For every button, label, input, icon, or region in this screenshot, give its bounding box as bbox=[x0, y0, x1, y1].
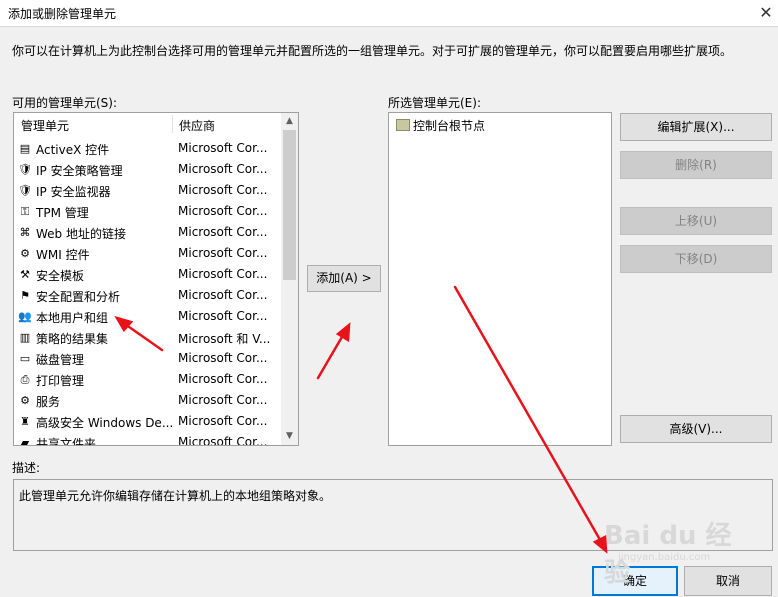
baidu-watermark-url: jingyan.baidu.com bbox=[618, 552, 711, 563]
list-item[interactable]: ▥ 策略的结果集 Microsoft 和 V... bbox=[14, 328, 282, 349]
snapin-vendor: Microsoft Cor... bbox=[178, 435, 268, 446]
column-header-vendor[interactable]: 供应商 bbox=[179, 117, 215, 134]
snapin-vendor: Microsoft Cor... bbox=[178, 141, 268, 155]
list-item[interactable]: ⚑ 安全配置和分析 Microsoft Cor... bbox=[14, 286, 282, 307]
policy-result-icon: ▥ bbox=[19, 331, 31, 344]
available-snapins-list[interactable]: 管理单元 供应商 ▤ ActiveX 控件 Microsoft Cor... 🛡 IP … bbox=[13, 112, 299, 446]
snapin-name: 服务 bbox=[36, 395, 61, 409]
remove-button[interactable]: 删除(R) bbox=[620, 151, 772, 179]
disk-icon: ▭ bbox=[19, 352, 31, 365]
intro-text: 你可以在计算机上为此控制台选择可用的管理单元并配置所选的一组管理单元。对于可扩展… bbox=[12, 44, 733, 58]
list-header: 管理单元 供应商 bbox=[14, 113, 284, 135]
snapin-vendor: Microsoft Cor... bbox=[178, 288, 268, 302]
snapin-vendor: Microsoft Cor... bbox=[178, 372, 268, 386]
list-item[interactable]: 👥 本地用户和组 Microsoft Cor... bbox=[14, 307, 282, 328]
firewall-icon: ♜ bbox=[20, 415, 30, 428]
move-up-button[interactable]: 上移(U) bbox=[620, 207, 772, 235]
window-title: 添加或删除管理单元 bbox=[8, 7, 117, 21]
list-item[interactable]: ⌘ Web 地址的链接 Microsoft Cor... bbox=[14, 223, 282, 244]
list-item[interactable]: ⚒ 安全模板 Microsoft Cor... bbox=[14, 265, 282, 286]
available-label: 可用的管理单元(S): bbox=[12, 96, 118, 110]
snapin-name: Web 地址的链接 bbox=[36, 227, 126, 241]
arrowhead-add bbox=[335, 322, 351, 343]
description-label: 描述: bbox=[12, 461, 41, 475]
activex-icon: ▤ bbox=[19, 142, 31, 155]
snapin-name: 策略的结果集 bbox=[36, 332, 109, 346]
snapin-name: IP 安全监视器 bbox=[36, 185, 111, 199]
snapin-name: WMI 控件 bbox=[36, 248, 90, 262]
snapin-name: TPM 管理 bbox=[36, 206, 89, 220]
console-root-node[interactable]: 控制台根节点 bbox=[413, 117, 485, 134]
scroll-thumb[interactable] bbox=[283, 130, 296, 280]
list-item[interactable]: ▤ ActiveX 控件 Microsoft Cor... bbox=[14, 139, 282, 160]
snapin-vendor: Microsoft 和 V... bbox=[178, 332, 271, 346]
list-item[interactable]: 🛡 IP 安全策略管理 Microsoft Cor... bbox=[14, 160, 282, 181]
snapin-name: ActiveX 控件 bbox=[36, 143, 110, 157]
snapin-vendor: Microsoft Cor... bbox=[178, 225, 268, 239]
title-divider bbox=[0, 26, 778, 27]
close-icon[interactable]: ✕ bbox=[756, 3, 776, 23]
snapin-vendor: Microsoft Cor... bbox=[178, 183, 268, 197]
advanced-button[interactable]: 高级(V)... bbox=[620, 415, 772, 443]
ip-monitor-icon: 🛡 bbox=[18, 184, 32, 197]
column-header-snapin[interactable]: 管理单元 bbox=[21, 117, 69, 134]
scroll-up-icon[interactable]: ▲ bbox=[281, 113, 298, 130]
snapin-vendor: Microsoft Cor... bbox=[178, 204, 268, 218]
printer-icon: ⎙ bbox=[20, 373, 30, 386]
shared-folder-icon: ▰ bbox=[20, 436, 30, 446]
snapin-vendor: Microsoft Cor... bbox=[178, 162, 268, 176]
wmi-icon: ⚙ bbox=[20, 247, 30, 260]
scroll-down-icon[interactable]: ▼ bbox=[281, 428, 298, 445]
folder-icon bbox=[396, 119, 410, 131]
selected-label: 所选管理单元(E): bbox=[388, 96, 481, 110]
snapin-vendor: Microsoft Cor... bbox=[178, 351, 268, 365]
snapin-vendor: Microsoft Cor... bbox=[178, 309, 268, 323]
snapin-name: 本地用户和组 bbox=[36, 311, 109, 325]
security-template-icon: ⚒ bbox=[20, 268, 30, 281]
list-item[interactable]: ⚙ 服务 Microsoft Cor... bbox=[14, 391, 282, 412]
title-bar bbox=[0, 0, 778, 26]
snapin-name: 安全模板 bbox=[36, 269, 85, 283]
edit-extensions-button[interactable]: 编辑扩展(X)... bbox=[620, 113, 772, 141]
vertical-scrollbar[interactable]: ▲ ▼ bbox=[281, 113, 298, 445]
services-icon: ⚙ bbox=[20, 394, 30, 407]
security-config-icon: ⚑ bbox=[20, 289, 30, 302]
column-separator bbox=[172, 115, 173, 133]
move-down-button[interactable]: 下移(D) bbox=[620, 245, 772, 273]
snapin-name: 磁盘管理 bbox=[36, 353, 85, 367]
snapin-name: IP 安全策略管理 bbox=[36, 164, 123, 178]
snapin-vendor: Microsoft Cor... bbox=[178, 267, 268, 281]
ip-policy-icon: 🛡 bbox=[18, 163, 32, 176]
web-link-icon: ⌘ bbox=[19, 226, 31, 239]
snapin-vendor: Microsoft Cor... bbox=[178, 393, 268, 407]
list-item[interactable]: ▭ 磁盘管理 Microsoft Cor... bbox=[14, 349, 282, 370]
list-item[interactable]: ♜ 高级安全 Windows De... Microsoft Cor... bbox=[14, 412, 282, 433]
list-item[interactable]: ⚙ WMI 控件 Microsoft Cor... bbox=[14, 244, 282, 265]
snapin-vendor: Microsoft Cor... bbox=[178, 246, 268, 260]
snapin-name: 共享文件夹 bbox=[36, 437, 97, 446]
snapin-name: 安全配置和分析 bbox=[36, 290, 121, 304]
cancel-button[interactable]: 取消 bbox=[684, 566, 772, 596]
snapin-name: 高级安全 Windows De... bbox=[36, 416, 172, 430]
description-text: 此管理单元允许你编辑存储在计算机上的本地组策略对象。 bbox=[19, 489, 332, 503]
list-item[interactable]: ▰ 共享文件夹 Microsoft Cor... bbox=[14, 433, 282, 446]
list-item[interactable]: 🛡 IP 安全监视器 Microsoft Cor... bbox=[14, 181, 282, 202]
list-item[interactable]: ⎙ 打印管理 Microsoft Cor... bbox=[14, 370, 282, 391]
list-item[interactable]: ⚿ TPM 管理 Microsoft Cor... bbox=[14, 202, 282, 223]
snapin-name: 打印管理 bbox=[36, 374, 85, 388]
selected-snapins-list[interactable]: 控制台根节点 bbox=[388, 112, 612, 446]
tpm-icon: ⚿ bbox=[20, 205, 30, 218]
annotation-arrow-to-add bbox=[316, 328, 348, 380]
snapin-vendor: Microsoft Cor... bbox=[178, 414, 268, 428]
local-users-icon: 👥 bbox=[18, 310, 32, 323]
add-button[interactable]: 添加(A) > bbox=[307, 265, 381, 292]
